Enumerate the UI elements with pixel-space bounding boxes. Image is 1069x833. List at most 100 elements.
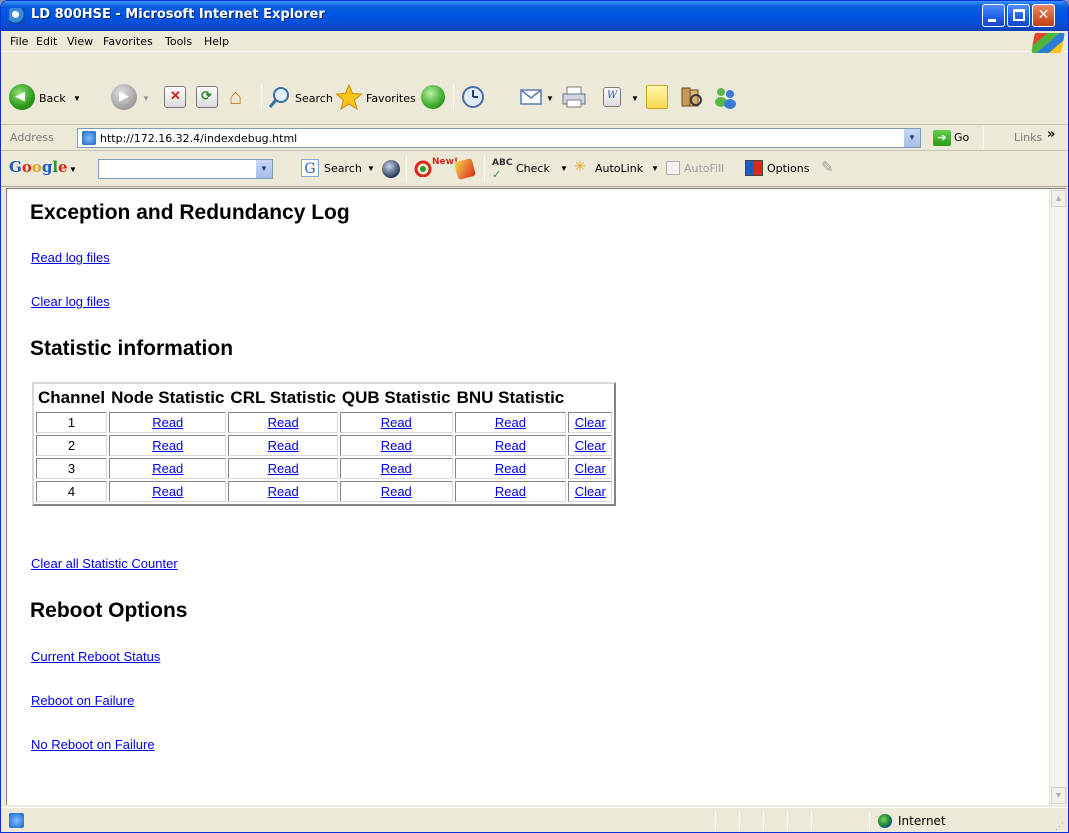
table-row: 2 Read Read Read Read Clear [36,435,613,456]
address-label: Address [10,131,54,144]
statistics-table: Channel Node Statistic CRL Statistic QUB… [32,382,617,506]
clear-statistic-link[interactable]: Clear [575,438,606,453]
search-icon[interactable] [268,85,292,109]
refresh-icon[interactable]: ⟳ [196,86,218,108]
back-dropdown-icon[interactable]: ▼ [73,94,81,103]
stop-icon[interactable]: ✕ [164,86,186,108]
no-reboot-on-failure-link[interactable]: No Reboot on Failure [31,737,155,752]
go-arrow-icon[interactable]: ➔ [933,130,951,146]
reboot-on-failure-link[interactable]: Reboot on Failure [31,693,134,708]
links-label[interactable]: Links [1014,131,1042,144]
menu-help[interactable]: Help [204,35,229,48]
read-node-statistic-link[interactable]: Read [152,461,183,476]
research-icon[interactable] [679,85,703,109]
minimize-button[interactable] [982,4,1005,27]
check-button[interactable]: Check [516,162,550,175]
google-search-icon[interactable]: G [301,159,319,177]
back-icon[interactable] [9,84,35,110]
clear-statistic-link[interactable]: Clear [575,415,606,430]
print-icon[interactable] [561,85,587,109]
scroll-down-icon[interactable]: ▼ [1051,787,1066,804]
google-menu-dropdown-icon[interactable]: ▼ [69,165,77,174]
read-bnu-statistic-link[interactable]: Read [495,438,526,453]
chevron-right-icon[interactable]: » [1047,127,1055,142]
read-qub-statistic-link[interactable]: Read [381,484,412,499]
check-dropdown-icon[interactable]: ▼ [560,164,568,173]
favorites-star-icon[interactable] [335,83,363,111]
current-reboot-status-link[interactable]: Current Reboot Status [31,649,160,664]
mail-dropdown-icon[interactable]: ▼ [546,94,554,103]
highlighter-icon[interactable]: ✎ [821,158,834,176]
address-input[interactable]: http://172.16.32.4/indexdebug.html ▼ [77,128,921,148]
table-header-row: Channel Node Statistic CRL Statistic QUB… [36,386,612,410]
popup-blocker-icon[interactable] [414,159,432,178]
minimize-icon [988,19,996,22]
favorites-label[interactable]: Favorites [366,92,416,105]
search-dropdown-icon[interactable]: ▼ [367,164,375,173]
read-crl-statistic-link[interactable]: Read [268,415,299,430]
read-bnu-statistic-link[interactable]: Read [495,415,526,430]
google-search-button[interactable]: Search [324,162,362,175]
search-label[interactable]: Search [295,92,333,105]
google-logo[interactable]: Google [9,158,68,176]
mail-icon[interactable] [519,85,545,109]
clear-log-files-link[interactable]: Clear log files [31,294,110,309]
close-button[interactable]: ✕ [1032,4,1055,27]
media-icon[interactable] [421,85,445,109]
read-bnu-statistic-link[interactable]: Read [495,484,526,499]
clear-all-statistic-counter-link[interactable]: Clear all Statistic Counter [31,556,178,571]
forward-dropdown-icon[interactable]: ▼ [142,94,150,103]
google-search-dropdown-icon[interactable]: ▼ [255,160,272,178]
read-log-files-link[interactable]: Read log files [31,250,110,265]
read-bnu-statistic-link[interactable]: Read [495,461,526,476]
blogthis-icon[interactable] [453,157,477,181]
home-icon[interactable]: ⌂ [229,84,251,109]
read-qub-statistic-link[interactable]: Read [381,461,412,476]
status-separator [763,812,764,831]
google-search-input[interactable]: ▼ [98,159,273,179]
clear-statistic-link[interactable]: Clear [575,484,606,499]
read-node-statistic-link[interactable]: Read [152,415,183,430]
options-icon[interactable] [745,160,763,176]
read-crl-statistic-link[interactable]: Read [268,484,299,499]
autofill-button[interactable]: AutoFill [684,162,724,175]
page-status-icon [9,813,24,828]
browser-window: LD 800HSE - Microsoft Internet Explorer … [0,0,1069,833]
scroll-up-icon[interactable]: ▲ [1051,190,1066,207]
options-button[interactable]: Options [767,162,809,175]
address-dropdown-icon[interactable]: ▼ [903,129,920,147]
read-qub-statistic-link[interactable]: Read [381,438,412,453]
maximize-icon [1013,9,1025,21]
back-label[interactable]: Back [39,92,66,105]
vertical-scrollbar[interactable]: ▲ ▼ [1049,189,1066,805]
resize-grip-icon[interactable]: ⋰ [1055,821,1064,832]
menu-file[interactable]: File [10,35,28,48]
autofill-icon[interactable] [666,161,680,175]
read-crl-statistic-link[interactable]: Read [268,438,299,453]
autolink-dropdown-icon[interactable]: ▼ [651,164,659,173]
read-node-statistic-link[interactable]: Read [152,484,183,499]
pagerank-icon[interactable] [382,160,400,178]
autolink-button[interactable]: AutoLink [595,162,643,175]
read-node-statistic-link[interactable]: Read [152,438,183,453]
edit-dropdown-icon[interactable]: ▼ [631,94,639,103]
edit-icon[interactable]: W [603,87,621,107]
column-header: CRL Statistic [230,388,336,407]
menu-view[interactable]: View [67,35,93,48]
maximize-button[interactable] [1007,4,1030,27]
autolink-icon[interactable]: ✳ [574,158,586,175]
go-button[interactable]: Go [954,131,969,144]
forward-icon[interactable] [111,84,137,110]
menu-favorites[interactable]: Favorites [103,35,153,48]
read-qub-statistic-link[interactable]: Read [381,415,412,430]
address-url[interactable]: http://172.16.32.4/indexdebug.html [100,132,297,145]
spellcheck-icon[interactable]: ABC ✓ [492,158,512,181]
clear-statistic-link[interactable]: Clear [575,461,606,476]
history-icon[interactable] [459,85,487,109]
menu-tools[interactable]: Tools [165,35,192,48]
menu-edit[interactable]: Edit [36,35,57,48]
read-crl-statistic-link[interactable]: Read [268,461,299,476]
messenger-icon[interactable] [713,85,739,109]
discuss-icon[interactable] [646,85,668,109]
security-zone-label: Internet [898,814,946,828]
